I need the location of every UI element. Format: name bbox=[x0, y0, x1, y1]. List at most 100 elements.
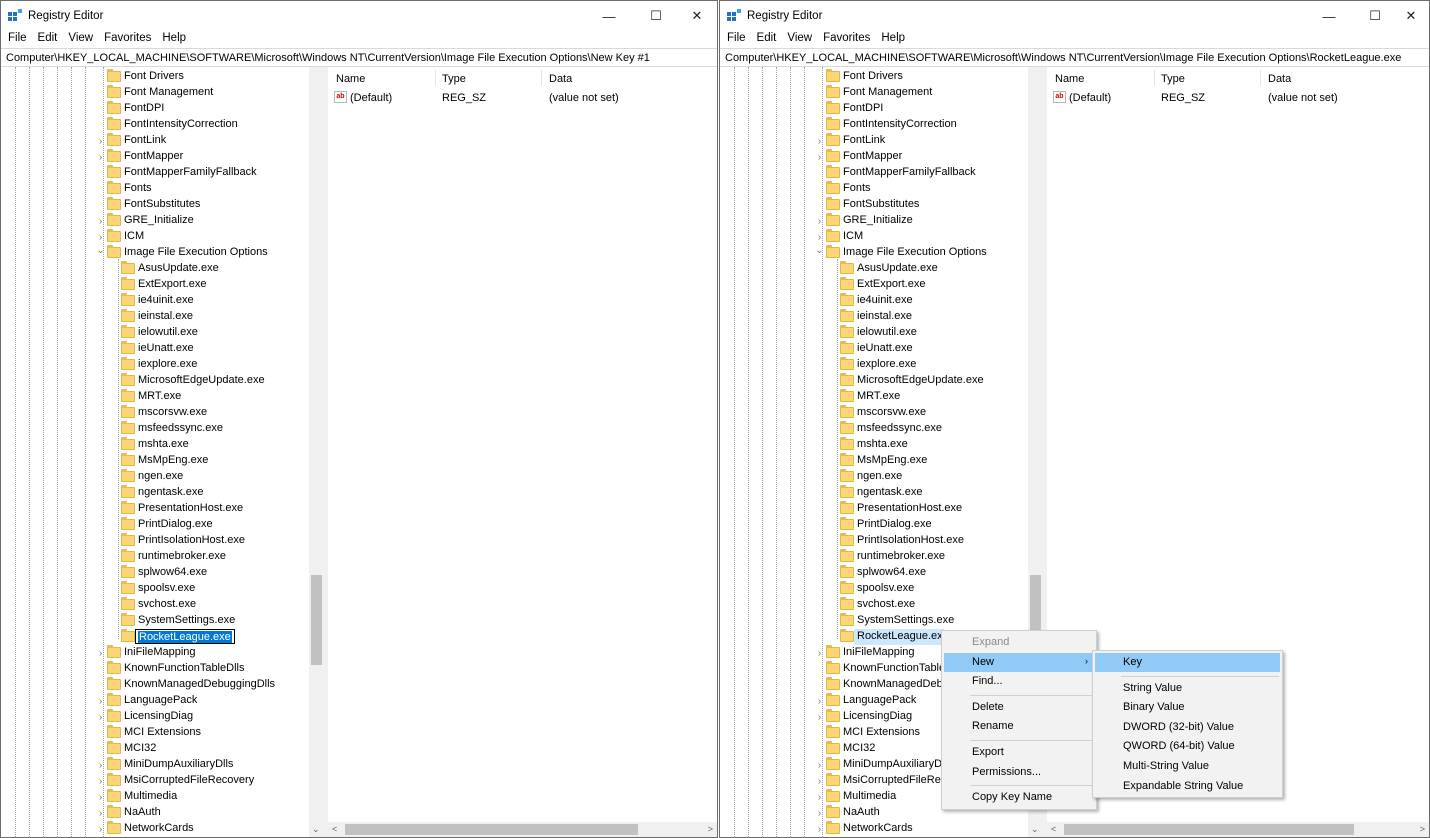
tree-key-presentationhost-exe[interactable]: PresentationHost.exe bbox=[720, 501, 1028, 517]
tree-key-label[interactable]: MicrosoftEdgeUpdate.exe bbox=[857, 374, 984, 386]
tree-key-networkcards[interactable]: › NetworkCards bbox=[1, 821, 309, 837]
menu-item-export[interactable]: Export bbox=[944, 743, 1094, 762]
tree-key-label[interactable]: SystemSettings.exe bbox=[857, 614, 954, 626]
tree-key-label[interactable]: mscorsvw.exe bbox=[138, 406, 207, 418]
tree-key-image-file-execution-options[interactable]: ⌄ Image File Execution Options bbox=[1, 245, 309, 261]
expand-chevron-icon[interactable]: › bbox=[96, 777, 105, 787]
expand-chevron-icon[interactable]: › bbox=[96, 137, 105, 147]
address-bar[interactable]: Computer\HKEY_LOCAL_MACHINE\SOFTWARE\Mic… bbox=[1, 48, 717, 67]
tree-key-fonts[interactable]: Fonts bbox=[1, 181, 309, 197]
tree-key-fontmapperfamilyfallback[interactable]: FontMapperFamilyFallback bbox=[720, 165, 1028, 181]
menu-item-permissions[interactable]: Permissions... bbox=[944, 763, 1094, 782]
key-tree[interactable]: Font Drivers Font Management FontDPI FontIn… bbox=[1, 67, 324, 837]
minimize-button[interactable]: — bbox=[1307, 1, 1351, 31]
expand-chevron-icon[interactable]: › bbox=[96, 697, 105, 707]
tree-key-networkcards[interactable]: › NetworkCards bbox=[720, 821, 1028, 837]
title-bar[interactable]: Registry Editor — ☐ ✕ bbox=[720, 1, 1429, 31]
menu-item-copy-key-name[interactable]: Copy Key Name bbox=[944, 788, 1094, 807]
menu-item-find[interactable]: Find... bbox=[944, 672, 1094, 691]
tree-key-label[interactable]: MicrosoftEdgeUpdate.exe bbox=[138, 374, 265, 386]
tree-key-label[interactable]: AsusUpdate.exe bbox=[138, 262, 219, 274]
expand-chevron-icon[interactable]: › bbox=[815, 761, 824, 771]
menu-item-string-value[interactable]: String Value bbox=[1095, 679, 1280, 698]
tree-key-font-drivers[interactable]: Font Drivers bbox=[1, 69, 309, 85]
tree-key-label[interactable]: ICM bbox=[843, 230, 863, 242]
tree-key-inifilemapping[interactable]: › IniFileMapping bbox=[1, 645, 309, 661]
tree-key-extexport-exe[interactable]: ExtExport.exe bbox=[720, 277, 1028, 293]
menu-item-expand[interactable]: Expand bbox=[944, 633, 1094, 652]
column-divider[interactable] bbox=[435, 70, 436, 86]
tree-key-label[interactable]: ngen.exe bbox=[138, 470, 183, 482]
tree-key-ieinstal-exe[interactable]: ieinstal.exe bbox=[720, 309, 1028, 325]
tree-key-msmpeng-exe[interactable]: MsMpEng.exe bbox=[1, 453, 309, 469]
tree-key-label[interactable]: ngentask.exe bbox=[138, 486, 203, 498]
tree-key-asusupdate-exe[interactable]: AsusUpdate.exe bbox=[1, 261, 309, 277]
tree-key-ie4uinit-exe[interactable]: ie4uinit.exe bbox=[720, 293, 1028, 309]
tree-key-msmpeng-exe[interactable]: MsMpEng.exe bbox=[720, 453, 1028, 469]
address-path[interactable]: Computer\HKEY_LOCAL_MACHINE\SOFTWARE\Mic… bbox=[6, 52, 650, 64]
tree-key-asusupdate-exe[interactable]: AsusUpdate.exe bbox=[720, 261, 1028, 277]
tree-key-label[interactable]: Fonts bbox=[843, 182, 871, 194]
tree-key-label[interactable]: PrintIsolationHost.exe bbox=[138, 534, 245, 546]
expand-chevron-icon[interactable]: › bbox=[815, 793, 824, 803]
tree-key-font-drivers[interactable]: Font Drivers bbox=[720, 69, 1028, 85]
tree-key-label[interactable]: MsiCorruptedFileRec bbox=[843, 774, 946, 786]
tree-key-label[interactable]: GRE_Initialize bbox=[124, 214, 194, 226]
tree-key-runtimebroker-exe[interactable]: runtimebroker.exe bbox=[1, 549, 309, 565]
tree-key-spoolsv-exe[interactable]: spoolsv.exe bbox=[720, 581, 1028, 597]
menu-item-dword-32-bit-value[interactable]: DWORD (32-bit) Value bbox=[1095, 718, 1280, 737]
tree-key-label[interactable]: Font Management bbox=[124, 86, 213, 98]
menu-view[interactable]: View bbox=[783, 31, 816, 48]
tree-key-msicorruptedfilerecovery[interactable]: › MsiCorruptedFileRecovery bbox=[1, 773, 309, 789]
tree-key-microsoftedgeupdate-exe[interactable]: MicrosoftEdgeUpdate.exe bbox=[720, 373, 1028, 389]
tree-key-mshta-exe[interactable]: mshta.exe bbox=[720, 437, 1028, 453]
tree-key-label[interactable]: ICM bbox=[124, 230, 144, 242]
tree-key-label[interactable]: mshta.exe bbox=[857, 438, 908, 450]
rename-key-text[interactable]: RocketLeague.exe bbox=[138, 631, 232, 643]
tree-key-mscorsvw-exe[interactable]: mscorsvw.exe bbox=[720, 405, 1028, 421]
tree-key-ieunatt-exe[interactable]: ieUnatt.exe bbox=[1, 341, 309, 357]
tree-key-label[interactable]: iexplore.exe bbox=[857, 358, 916, 370]
scroll-down-icon[interactable]: ⌄ bbox=[312, 824, 320, 835]
tree-key-label[interactable]: ieinstal.exe bbox=[138, 310, 193, 322]
tree-key-ngentask-exe[interactable]: ngentask.exe bbox=[720, 485, 1028, 501]
tree-key-label[interactable]: MCI Extensions bbox=[124, 726, 201, 738]
menu-item-expandable-string-value[interactable]: Expandable String Value bbox=[1095, 777, 1280, 796]
tree-key-knownmanageddebuggingdlls[interactable]: KnownManagedDebuggingDlls bbox=[1, 677, 309, 693]
rename-key-input[interactable]: RocketLeague.exe bbox=[135, 629, 235, 644]
tree-key-ngen-exe[interactable]: ngen.exe bbox=[720, 469, 1028, 485]
tree-key-label[interactable]: MCI32 bbox=[124, 742, 156, 754]
menu-view[interactable]: View bbox=[64, 31, 97, 48]
expand-chevron-icon[interactable]: › bbox=[815, 713, 824, 723]
tree-key-label[interactable]: LanguagePack bbox=[124, 694, 197, 706]
menu-help[interactable]: Help bbox=[877, 31, 909, 48]
maximize-button[interactable]: ☐ bbox=[634, 1, 678, 31]
tree-key-fontmapper[interactable]: › FontMapper bbox=[720, 149, 1028, 165]
tree-key-label[interactable]: runtimebroker.exe bbox=[138, 550, 226, 562]
tree-key-font-management[interactable]: Font Management bbox=[1, 85, 309, 101]
column-header-data[interactable]: Data bbox=[549, 73, 572, 85]
tree-key-label[interactable]: LicensingDiag bbox=[124, 710, 193, 722]
column-header-name[interactable]: Name bbox=[336, 73, 365, 85]
tree-key-label[interactable]: FontMapper bbox=[124, 150, 183, 162]
tree-key-label[interactable]: ieinstal.exe bbox=[857, 310, 912, 322]
expand-chevron-icon[interactable]: › bbox=[96, 217, 105, 227]
tree-key-microsoftedgeupdate-exe[interactable]: MicrosoftEdgeUpdate.exe bbox=[1, 373, 309, 389]
menu-favorites[interactable]: Favorites bbox=[819, 31, 874, 48]
expand-chevron-icon[interactable]: › bbox=[96, 649, 105, 659]
scroll-right-icon[interactable]: > bbox=[1420, 824, 1425, 834]
tree-key-label[interactable]: Font Drivers bbox=[843, 70, 903, 82]
tree-key-label[interactable]: KnownManagedDebu bbox=[843, 678, 949, 690]
tree-key-label[interactable]: KnownFunctionTableDlls bbox=[124, 662, 244, 674]
tree-key-label[interactable]: ieUnatt.exe bbox=[138, 342, 194, 354]
tree-key-label[interactable]: Multimedia bbox=[843, 790, 896, 802]
tree-key-label[interactable]: FontMapperFamilyFallback bbox=[843, 166, 976, 178]
tree-key-label[interactable]: ExtExport.exe bbox=[857, 278, 925, 290]
tree-key-label[interactable]: iexplore.exe bbox=[138, 358, 197, 370]
tree-key-label[interactable]: ielowutil.exe bbox=[138, 326, 198, 338]
tree-key-ielowutil-exe[interactable]: ielowutil.exe bbox=[720, 325, 1028, 341]
tree-key-fontlink[interactable]: › FontLink bbox=[1, 133, 309, 149]
horizontal-scrollbar[interactable]: < > bbox=[328, 822, 717, 837]
tree-key-label[interactable]: ExtExport.exe bbox=[138, 278, 206, 290]
horizontal-scroll-thumb[interactable] bbox=[1064, 824, 1354, 835]
